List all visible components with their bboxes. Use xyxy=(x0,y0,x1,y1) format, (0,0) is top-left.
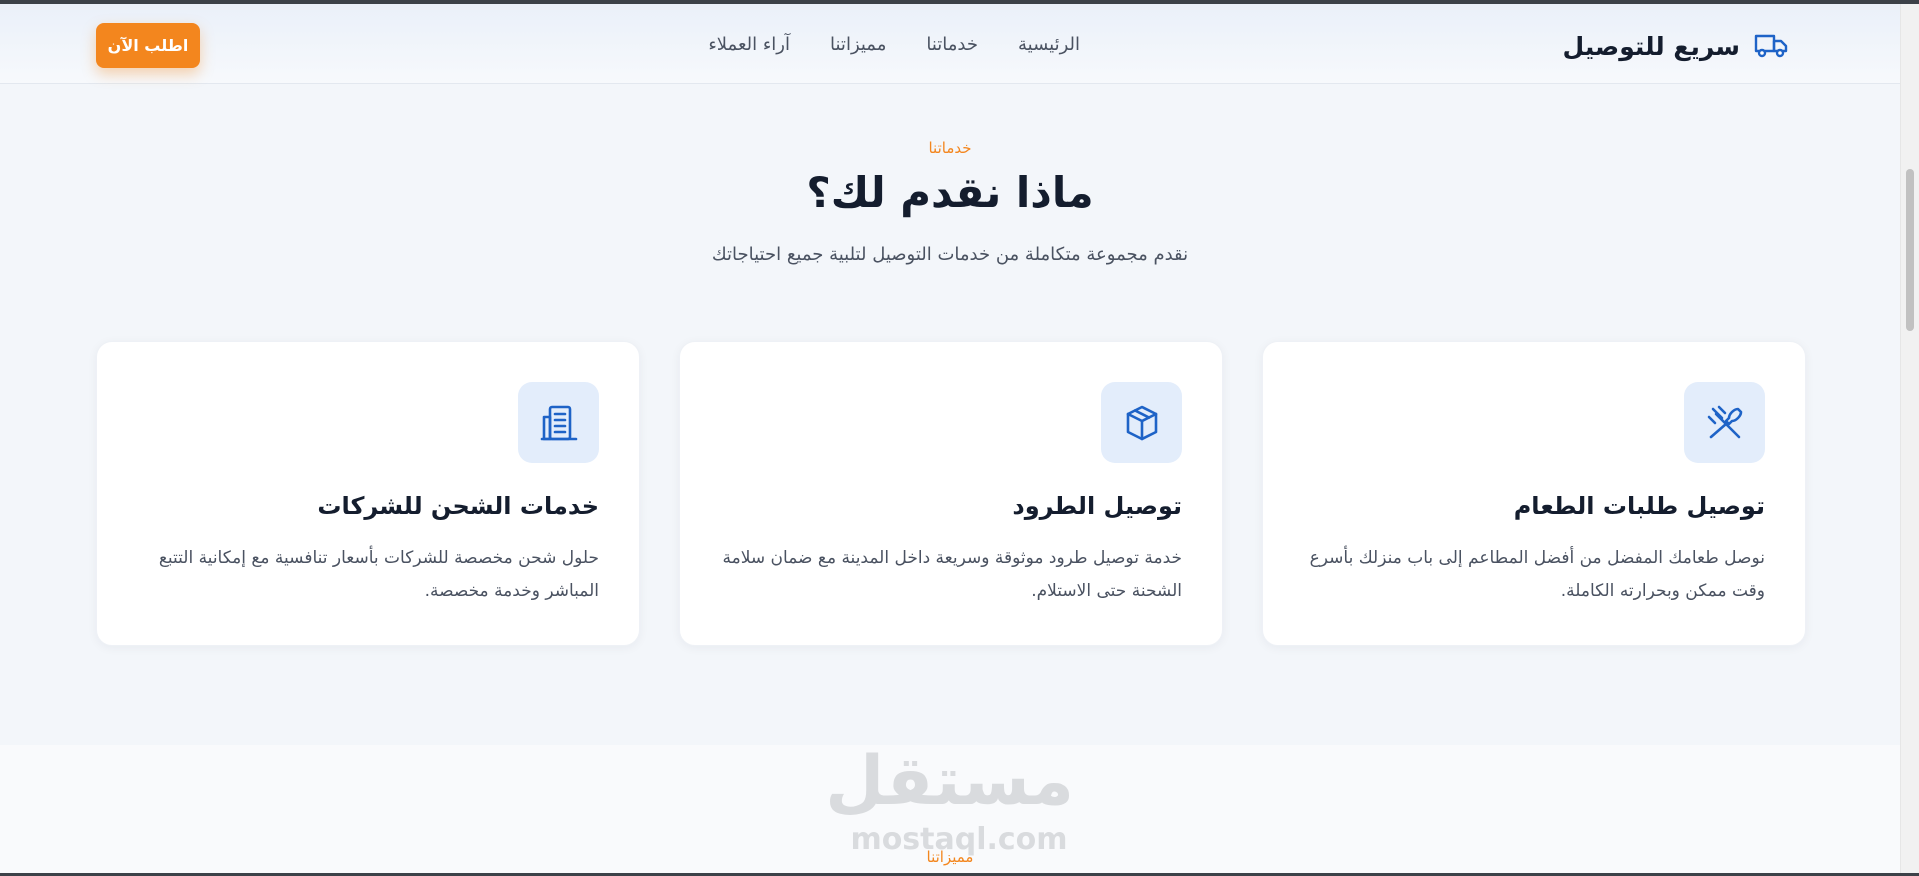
utensils-icon xyxy=(1684,382,1765,463)
card-description: نوصل طعامك المفضل من أفضل المطاعم إلى با… xyxy=(1309,548,1765,601)
card-description: خدمة توصيل طرود موثوقة وسريعة داخل المدي… xyxy=(722,548,1182,601)
card-description: حلول شحن مخصصة للشركات بأسعار تنافسية مع… xyxy=(158,548,599,601)
section-subtitle: نقدم مجموعة متكاملة من خدمات التوصيل لتل… xyxy=(711,244,1189,265)
card-title: توصيل طلبات الطعام xyxy=(1513,492,1765,520)
order-now-button[interactable]: اطلب الآن xyxy=(96,23,200,68)
nav-home[interactable]: الرئيسية xyxy=(1018,34,1080,55)
card-title: توصيل الطرود xyxy=(1012,492,1182,520)
main-nav: الرئيسية خدماتنا مميزاتنا آراء العملاء xyxy=(708,34,1080,55)
watermark-arabic: مستقل xyxy=(825,742,1074,821)
box-icon xyxy=(1101,382,1182,463)
page-scrollbar[interactable] xyxy=(1900,4,1919,873)
site-header: سريع للتوصيل الرئيسية خدماتنا مميزاتنا آ… xyxy=(0,4,1900,84)
brand[interactable]: سريع للتوصيل xyxy=(1563,28,1788,64)
section-eyebrow: خدماتنا xyxy=(928,139,972,157)
section-title: ماذا نقدم لك؟ xyxy=(806,168,1094,217)
service-card-parcels: توصيل الطرود خدمة توصيل طرود موثوقة وسري… xyxy=(679,341,1223,646)
service-card-business: خدمات الشحن للشركات حلول شحن مخصصة للشرك… xyxy=(96,341,640,646)
card-title: خدمات الشحن للشركات xyxy=(317,492,599,520)
brand-name: سريع للتوصيل xyxy=(1562,31,1740,61)
nav-features[interactable]: مميزاتنا xyxy=(830,34,886,55)
nav-services[interactable]: خدماتنا xyxy=(926,34,978,55)
service-card-food: توصيل طلبات الطعام نوصل طعامك المفضل من … xyxy=(1262,341,1806,646)
nav-testimonials[interactable]: آراء العملاء xyxy=(708,34,790,55)
scrollbar-thumb[interactable] xyxy=(1906,169,1914,331)
building-icon xyxy=(518,382,599,463)
truck-icon xyxy=(1752,32,1788,60)
features-eyebrow: مميزاتنا xyxy=(926,848,974,866)
